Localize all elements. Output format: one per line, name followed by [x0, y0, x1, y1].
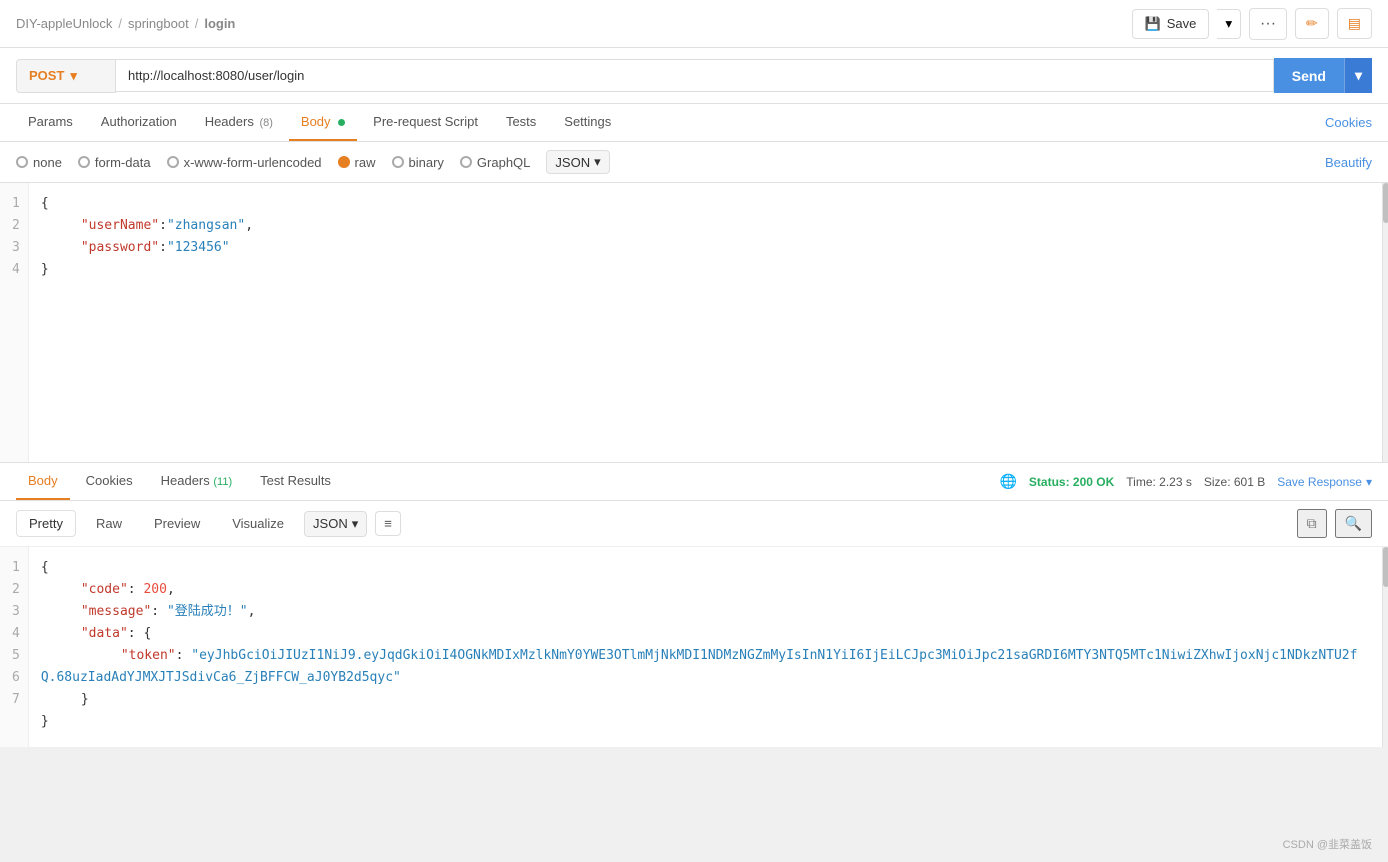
method-label: POST — [29, 68, 64, 83]
response-tab-headers[interactable]: Headers (11) — [149, 463, 245, 500]
response-json-selector[interactable]: JSON ▾ — [304, 511, 367, 537]
tab-pre-request[interactable]: Pre-request Script — [361, 104, 490, 141]
globe-icon: 🌐 — [999, 473, 1016, 490]
save-chevron-button[interactable]: ▾ — [1217, 9, 1241, 39]
response-time: Time: 2.23 s — [1126, 475, 1192, 489]
radio-raw-dot — [338, 156, 350, 168]
radio-graphql-dot — [460, 156, 472, 168]
radio-none-dot — [16, 156, 28, 168]
request-bar: POST ▾ Send ▾ — [0, 48, 1388, 104]
response-editor: 1 2 3 4 5 6 7 { "code": 200, "message": … — [0, 547, 1388, 747]
comment-button[interactable]: ▤ — [1337, 8, 1372, 39]
send-button[interactable]: Send ▾ — [1274, 58, 1372, 93]
body-raw[interactable]: raw — [338, 155, 376, 170]
scrollbar-thumb — [1383, 183, 1388, 223]
beautify-button[interactable]: Beautify — [1325, 155, 1372, 170]
more-options-button[interactable]: ··· — [1249, 8, 1287, 40]
response-size: Size: 601 B — [1204, 475, 1265, 489]
breadcrumb-sep1: / — [118, 16, 122, 31]
fmt-tab-raw[interactable]: Raw — [84, 511, 134, 536]
request-code-content[interactable]: { "userName":"zhangsan", "password":"123… — [29, 183, 1382, 462]
body-binary[interactable]: binary — [392, 155, 444, 170]
method-chevron: ▾ — [70, 68, 77, 84]
url-input[interactable] — [116, 59, 1274, 92]
edit-button[interactable]: ✏ — [1295, 8, 1329, 39]
response-code-content[interactable]: { "code": 200, "message": "登陆成功！", "data… — [29, 547, 1382, 747]
tab-settings[interactable]: Settings — [552, 104, 623, 141]
response-format-bar: Pretty Raw Preview Visualize JSON ▾ ≡ ⧉ … — [0, 501, 1388, 547]
top-bar-actions: 💾 Save ▾ ··· ✏ ▤ — [1132, 8, 1372, 40]
radio-form-data-dot — [78, 156, 90, 168]
copy-button[interactable]: ⧉ — [1297, 509, 1327, 538]
watermark: CSDN @韭菜盖饭 — [1283, 836, 1372, 852]
body-none[interactable]: none — [16, 155, 62, 170]
search-button[interactable]: 🔍 — [1335, 509, 1372, 538]
top-bar: DIY-appleUnlock / springboot / login 💾 S… — [0, 0, 1388, 48]
response-tab-cookies[interactable]: Cookies — [74, 463, 145, 500]
tab-authorization[interactable]: Authorization — [89, 104, 189, 141]
save-icon: 💾 — [1145, 16, 1161, 32]
breadcrumb-part1[interactable]: DIY-appleUnlock — [16, 16, 112, 31]
response-scrollbar[interactable] — [1382, 547, 1388, 747]
tab-headers[interactable]: Headers (8) — [193, 104, 285, 141]
response-scrollbar-thumb — [1383, 547, 1388, 587]
json-chevron: ▾ — [594, 154, 601, 170]
send-chevron[interactable]: ▾ — [1344, 58, 1372, 93]
json-fmt-chevron: ▾ — [352, 516, 359, 532]
response-status: Status: 200 OK — [1029, 475, 1114, 489]
response-tabs-bar: Body Cookies Headers (11) Test Results 🌐… — [0, 463, 1388, 501]
body-graphql[interactable]: GraphQL — [460, 155, 530, 170]
response-line-numbers: 1 2 3 4 5 6 7 — [0, 547, 29, 747]
breadcrumb: DIY-appleUnlock / springboot / login — [16, 16, 235, 31]
save-button[interactable]: 💾 Save — [1132, 9, 1210, 39]
save-response-chevron: ▾ — [1366, 475, 1372, 489]
filter-icon-button[interactable]: ≡ — [375, 511, 401, 536]
breadcrumb-sep2: / — [195, 16, 199, 31]
response-tab-body[interactable]: Body — [16, 463, 70, 500]
cookies-link[interactable]: Cookies — [1325, 105, 1372, 140]
request-line-numbers: 1 2 3 4 — [0, 183, 29, 462]
response-tab-test-results[interactable]: Test Results — [248, 463, 343, 500]
tab-params[interactable]: Params — [16, 104, 85, 141]
fmt-tab-pretty[interactable]: Pretty — [16, 510, 76, 537]
response-section: Body Cookies Headers (11) Test Results 🌐… — [0, 463, 1388, 747]
body-urlencoded[interactable]: x-www-form-urlencoded — [167, 155, 322, 170]
body-options-bar: none form-data x-www-form-urlencoded raw… — [0, 142, 1388, 183]
response-meta: 🌐 Status: 200 OK Time: 2.23 s Size: 601 … — [999, 473, 1372, 490]
save-response-button[interactable]: Save Response ▾ — [1277, 475, 1372, 489]
request-editor: 1 2 3 4 { "userName":"zhangsan", "passwo… — [0, 183, 1388, 463]
body-active-dot — [338, 119, 345, 126]
tab-body[interactable]: Body — [289, 104, 357, 141]
request-tabs-bar: Params Authorization Headers (8) Body Pr… — [0, 104, 1388, 142]
fmt-tab-preview[interactable]: Preview — [142, 511, 212, 536]
radio-urlencoded-dot — [167, 156, 179, 168]
radio-binary-dot — [392, 156, 404, 168]
breadcrumb-part2[interactable]: springboot — [128, 16, 189, 31]
editor-scrollbar[interactable] — [1382, 183, 1388, 462]
tab-tests[interactable]: Tests — [494, 104, 548, 141]
method-select[interactable]: POST ▾ — [16, 59, 116, 93]
fmt-tab-visualize[interactable]: Visualize — [220, 511, 296, 536]
breadcrumb-part3[interactable]: login — [204, 16, 235, 31]
json-type-selector[interactable]: JSON ▾ — [546, 150, 609, 174]
body-form-data[interactable]: form-data — [78, 155, 151, 170]
